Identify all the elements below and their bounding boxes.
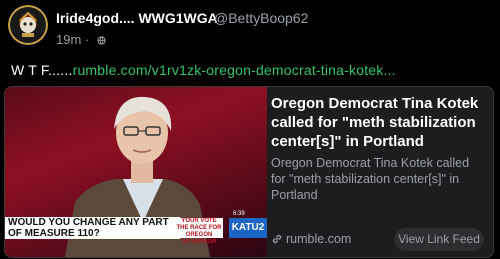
- network-logo: KATU2: [229, 218, 267, 238]
- post-meta: 19m ·: [56, 32, 106, 47]
- avatar[interactable]: [8, 5, 48, 45]
- author-name[interactable]: Iride4god.... WWG1WGA: [56, 10, 218, 26]
- card-source-label: rumble.com: [286, 232, 352, 246]
- avatar-icon: [8, 5, 48, 45]
- post-text: W T F......rumble.com/v1rv1zk-oregon-dem…: [11, 62, 396, 78]
- card-description: Oregon Democrat Tina Kotek called for "m…: [271, 156, 470, 202]
- link-icon: [272, 234, 282, 244]
- author-handle[interactable]: @BettyBoop62: [214, 10, 308, 26]
- globe-icon: [97, 36, 106, 45]
- news-tag-line2: THE RACE FOR OREGON GOVERNOR: [176, 225, 222, 245]
- post-link[interactable]: rumble.com/v1rv1zk-oregon-democrat-tina-…: [73, 62, 396, 78]
- card-source[interactable]: rumble.com: [271, 232, 351, 246]
- video-thumbnail[interactable]: 6:39 WOULD YOU CHANGE ANY PART OF MEASUR…: [5, 87, 267, 257]
- news-tag-line1: YOUR VOTE: [181, 218, 217, 224]
- post-age[interactable]: 19m: [56, 32, 81, 47]
- news-ticker: WOULD YOU CHANGE ANY PART OF MEASURE 110…: [5, 217, 180, 239]
- news-tag: YOUR VOTE THE RACE FOR OREGON GOVERNOR: [175, 218, 223, 245]
- post-text-prefix: W T F......: [11, 62, 73, 78]
- link-preview-card[interactable]: 6:39 WOULD YOU CHANGE ANY PART OF MEASUR…: [4, 86, 494, 258]
- view-link-feed-button[interactable]: View Link Feed: [394, 228, 484, 251]
- meta-separator: ·: [84, 32, 90, 47]
- broadcast-clock: 6:39: [233, 211, 245, 217]
- card-title[interactable]: Oregon Democrat Tina Kotek called for "m…: [271, 94, 485, 151]
